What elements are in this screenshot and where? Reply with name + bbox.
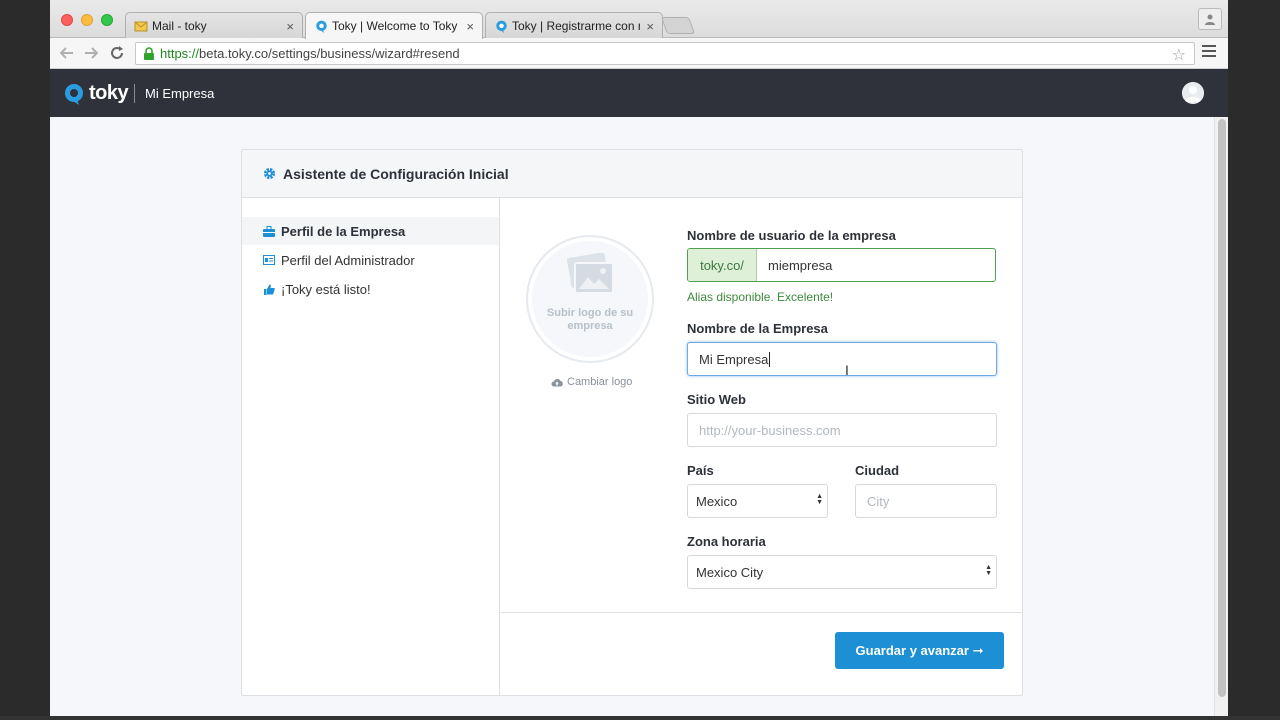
avatar-icon <box>1182 82 1204 104</box>
logo-upload-area[interactable]: Subir logo de su empresa <box>526 235 654 363</box>
company-name[interactable]: Mi Empresa <box>145 86 214 101</box>
cloud-upload-icon <box>551 378 563 386</box>
close-tab-icon[interactable]: × <box>646 19 654 34</box>
logo-text: toky <box>89 82 129 104</box>
mouse-cursor-ibeam: I <box>845 362 849 378</box>
timezone-select[interactable]: Mexico City ▲ ▼ <box>687 555 997 589</box>
image-placeholder-icon <box>567 253 614 294</box>
browser-tab-mail[interactable]: Mail - toky × <box>125 12 303 39</box>
toky-logo[interactable]: toky <box>64 82 129 105</box>
user-avatar[interactable] <box>1182 82 1204 104</box>
step-company-profile[interactable]: Perfil de la Empresa <box>242 217 499 245</box>
browser-tab-register[interactable]: Toky | Registrarme con mi c × <box>485 12 663 39</box>
page-scrollbar[interactable] <box>1214 117 1228 716</box>
wizard-header: Asistente de Configuración Inicial <box>242 150 1022 198</box>
header-divider <box>134 84 135 103</box>
toky-favicon <box>314 19 328 33</box>
select-caret-icon: ▲ ▼ <box>816 493 823 506</box>
close-tab-icon[interactable]: × <box>286 19 294 34</box>
footer-divider <box>501 612 1022 613</box>
back-button[interactable] <box>57 43 77 63</box>
city-label: Ciudad <box>855 463 900 478</box>
close-tab-icon[interactable]: × <box>466 19 474 34</box>
step-toky-ready[interactable]: ¡Toky está listo! <box>242 275 499 303</box>
step-label: ¡Toky está listo! <box>281 281 371 297</box>
country-select[interactable]: Mexico ▲ ▼ <box>687 484 828 518</box>
tab-title: Toky | Registrarme con mi c <box>512 19 640 33</box>
hamburger-icon <box>1202 45 1216 47</box>
select-caret-icon: ▲ ▼ <box>985 564 992 577</box>
address-bar[interactable]: https://beta.toky.co/settings/business/w… <box>135 42 1195 65</box>
arrow-right-icon <box>85 47 98 59</box>
reload-icon <box>111 46 123 59</box>
city-input[interactable]: City <box>855 484 997 518</box>
browser-profile-button[interactable] <box>1198 8 1222 30</box>
save-and-continue-button[interactable]: Guardar y avanzar ➞ <box>835 632 1004 669</box>
briefcase-icon <box>263 225 275 237</box>
tab-strip: Mail - toky × Toky | Welcome to Toky × T… <box>50 0 1228 39</box>
logo-upload-text: Subir logo de su empresa <box>546 307 634 332</box>
mail-icon <box>134 19 148 33</box>
text-cursor <box>769 351 771 367</box>
browser-menu-button[interactable] <box>1202 45 1216 61</box>
desktop-background-bottom <box>0 716 1280 720</box>
country-label: País <box>687 463 714 478</box>
country-value: Mexico <box>696 493 738 509</box>
arrow-left-icon <box>60 47 73 59</box>
toky-logo-icon <box>65 83 83 105</box>
username-prefix: toky.co/ <box>688 249 757 281</box>
desktop-background-left <box>0 0 50 720</box>
url-scheme: https:// <box>160 46 200 61</box>
browser-toolbar: https://beta.toky.co/settings/business/w… <box>50 38 1228 69</box>
change-logo-link[interactable]: Cambiar logo <box>551 376 632 388</box>
browser-tab-welcome[interactable]: Toky | Welcome to Toky × <box>305 12 483 39</box>
change-logo-label: Cambiar logo <box>567 376 633 388</box>
forward-button[interactable] <box>81 43 101 63</box>
website-input[interactable]: http://your-business.com <box>687 413 997 447</box>
toky-favicon <box>494 19 508 33</box>
close-window-button[interactable] <box>61 14 73 26</box>
maximize-window-button[interactable] <box>101 14 113 26</box>
desktop-background-right <box>1228 0 1280 720</box>
tab-title: Toky | Welcome to Toky <box>332 19 458 33</box>
new-tab-button[interactable] <box>660 17 696 34</box>
url-path: beta.toky.co/settings/business/wizard#re… <box>199 46 460 61</box>
gear-icon <box>263 167 276 180</box>
username-input-group: toky.co/ miempresa <box>687 248 996 282</box>
id-card-icon <box>263 254 275 266</box>
company-name-label: Nombre de la Empresa <box>687 321 828 336</box>
reload-button[interactable] <box>107 43 127 63</box>
username-status: Alias disponible. Excelente! <box>687 290 834 304</box>
step-admin-profile[interactable]: Perfil del Administrador <box>242 246 499 274</box>
bookmark-star-icon[interactable]: ☆ <box>1172 45 1186 65</box>
username-input[interactable]: miempresa <box>757 249 995 281</box>
person-icon <box>1205 14 1215 25</box>
wizard-card: Asistente de Configuración Inicial Perfi… <box>241 149 1023 696</box>
timezone-value: Mexico City <box>696 564 764 580</box>
thumbs-up-icon <box>263 283 275 295</box>
company-name-input[interactable]: Mi Empresa <box>687 342 997 376</box>
app-header: toky Mi Empresa <box>50 69 1228 117</box>
website-label: Sitio Web <box>687 392 746 407</box>
timezone-label: Zona horaria <box>687 534 766 549</box>
step-label: Perfil del Administrador <box>281 252 415 268</box>
username-label: Nombre de usuario de la empresa <box>687 228 896 243</box>
step-label: Perfil de la Empresa <box>281 223 406 239</box>
browser-window: Mail - toky × Toky | Welcome to Toky × T… <box>50 0 1228 716</box>
wizard-title: Asistente de Configuración Inicial <box>283 165 509 182</box>
company-name-value: Mi Empresa <box>699 351 769 367</box>
tab-title: Mail - toky <box>152 19 207 33</box>
lock-icon <box>143 47 155 60</box>
minimize-window-button[interactable] <box>81 14 93 26</box>
scrollbar-thumb[interactable] <box>1218 119 1226 697</box>
wizard-steps: Perfil de la Empresa Perfil del Administ… <box>242 198 500 695</box>
